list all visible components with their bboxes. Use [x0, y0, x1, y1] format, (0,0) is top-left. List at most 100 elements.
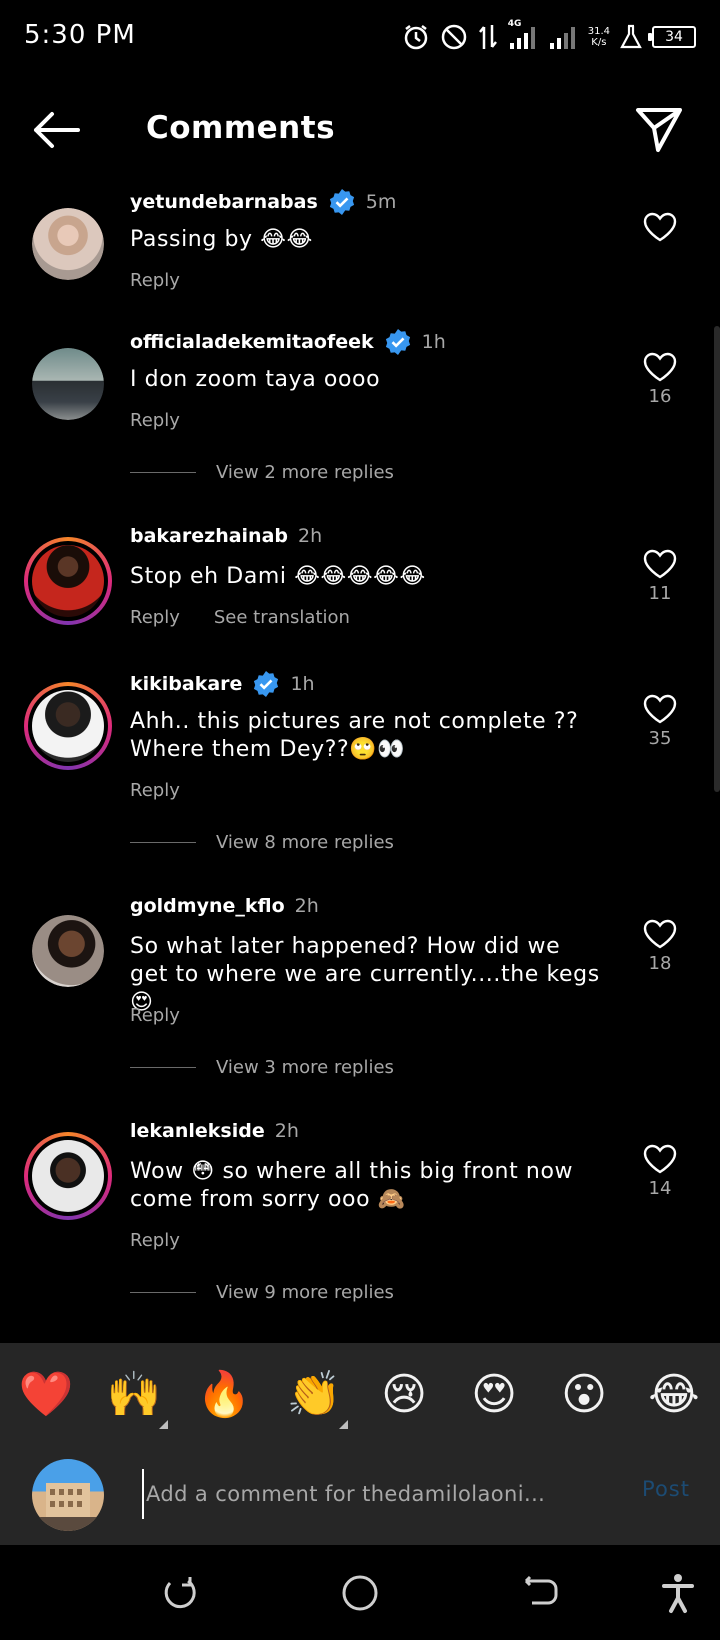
back-nav-button[interactable] — [518, 1571, 562, 1615]
comment-meta: goldmyne_kflo 2h — [130, 895, 319, 917]
view-replies-button[interactable]: View 3 more replies — [130, 1057, 394, 1078]
data-transfer-icon — [478, 25, 497, 49]
comments-list[interactable]: yetundebarnabas 5m Passing by 😂😂 Reply o… — [0, 180, 720, 1342]
emoji-glyph: 🙌 — [106, 1369, 162, 1420]
signal-2-icon — [549, 27, 575, 49]
comment-time: 1h — [290, 673, 315, 695]
like-button[interactable] — [636, 212, 684, 242]
like-button[interactable]: 18 — [636, 919, 684, 974]
username[interactable]: bakarezhainab — [130, 525, 288, 547]
reply-button[interactable]: Reply — [130, 1005, 180, 1026]
reply-button[interactable]: Reply — [130, 780, 180, 801]
replies-divider — [130, 842, 196, 843]
like-button[interactable]: 14 — [636, 1144, 684, 1199]
avatar[interactable] — [32, 915, 104, 987]
like-button[interactable]: 35 — [636, 694, 684, 749]
avatar-story-ring[interactable] — [24, 1132, 112, 1220]
emoji-fire-button[interactable]: 🔥 — [196, 1367, 252, 1423]
verified-badge-icon — [329, 189, 354, 215]
system-nav-bar — [0, 1545, 720, 1640]
comment-text: I don zoom taya oooo — [130, 367, 381, 392]
heart-icon — [643, 694, 677, 724]
emoji-heart-button[interactable]: ❤️ — [18, 1367, 74, 1423]
back-button[interactable] — [30, 108, 82, 152]
see-translation-button[interactable]: See translation — [214, 607, 350, 628]
username[interactable]: officialadekemitaofeek — [130, 331, 374, 353]
arrow-left-icon — [34, 112, 80, 148]
avatar-story-ring[interactable] — [24, 682, 112, 770]
view-replies-button[interactable]: View 2 more replies — [130, 462, 394, 483]
page-title: Comments — [146, 110, 336, 146]
like-count: 35 — [648, 728, 672, 749]
username[interactable]: lekanlekside — [130, 1120, 265, 1142]
avatar-image — [32, 208, 104, 280]
comment-meta: kikibakare 1h — [130, 670, 315, 698]
do-not-disturb-icon — [441, 24, 466, 50]
emoji-heart-eyes-button[interactable]: 😍 — [466, 1367, 522, 1423]
comment-item: lekanlekside 2h Wow 😳 so where all this … — [0, 1120, 720, 1320]
comment-time: 1h — [421, 331, 446, 353]
signal-4g: 4G — [508, 19, 538, 51]
speed-value: 31.4 — [587, 26, 610, 37]
comment-time: 5m — [365, 191, 397, 213]
comment-actions: Reply — [130, 780, 180, 801]
emoji-crying-button[interactable]: 😢 — [376, 1367, 432, 1423]
heart-icon — [643, 352, 677, 382]
avatar-ring-gap — [28, 541, 108, 621]
view-replies-label: View 2 more replies — [216, 462, 394, 483]
recent-apps-button[interactable] — [158, 1571, 202, 1615]
avatar-image — [32, 545, 104, 617]
like-button[interactable]: 11 — [636, 549, 684, 604]
emoji-surprised-button[interactable]: 😮 — [556, 1367, 612, 1423]
back-nav-icon — [524, 1575, 558, 1605]
skin-tone-indicator — [339, 1420, 348, 1429]
skin-tone-indicator — [159, 1420, 168, 1429]
avatar-ring-gap — [28, 1136, 108, 1216]
home-circle-icon — [342, 1575, 378, 1611]
reply-button[interactable]: Reply — [130, 270, 180, 291]
comment-meta: lekanlekside 2h — [130, 1120, 299, 1142]
reply-button[interactable]: Reply — [130, 607, 180, 628]
emoji-clapping-button[interactable]: 👏 — [286, 1367, 348, 1429]
recent-apps-icon — [164, 1577, 196, 1609]
avatar[interactable] — [32, 208, 104, 280]
comment-item: goldmyne_kflo 2h So what later happened?… — [0, 895, 720, 1095]
comment-text: So what later happened? How did we get t… — [130, 934, 600, 1015]
quick-emoji-bar: ❤️ 🙌 🔥 👏 😢 😍 😮 😂 — [0, 1343, 720, 1445]
avatar-ring-gap — [28, 686, 108, 766]
comment-input[interactable] — [142, 1469, 602, 1519]
avatar-story-ring[interactable] — [24, 537, 112, 625]
comment-time: 2h — [274, 1120, 299, 1142]
heart-icon — [643, 212, 677, 242]
reply-button[interactable]: Reply — [130, 1230, 180, 1251]
username[interactable]: kikibakare — [130, 673, 242, 695]
view-replies-button[interactable]: View 8 more replies — [130, 832, 394, 853]
accessibility-button[interactable] — [656, 1571, 700, 1615]
avatar[interactable] — [32, 348, 104, 420]
view-replies-button[interactable]: View 9 more replies — [130, 1282, 394, 1303]
emoji-raising-hands-button[interactable]: 🙌 — [106, 1367, 168, 1429]
status-time: 5:30 PM — [24, 20, 136, 50]
send-icon — [636, 108, 682, 152]
comment-meta: officialadekemitaofeek 1h — [130, 328, 446, 356]
reply-button[interactable]: Reply — [130, 410, 180, 431]
comment-meta: yetundebarnabas 5m — [130, 188, 396, 216]
post-button[interactable]: Post — [642, 1477, 690, 1501]
status-bar: 5:30 PM 4G 31.4 K/s 34 — [0, 0, 720, 76]
network-type: 4G — [507, 19, 522, 29]
username[interactable]: yetundebarnabas — [130, 191, 318, 213]
home-button[interactable] — [338, 1571, 382, 1615]
like-count: 14 — [648, 1178, 672, 1199]
share-button[interactable] — [634, 104, 684, 154]
like-button[interactable]: 16 — [636, 352, 684, 407]
heart-icon — [643, 919, 677, 949]
replies-divider — [130, 472, 196, 473]
battery-icon: 34 — [648, 26, 696, 48]
emoji-laughing-button[interactable]: 😂 — [646, 1367, 702, 1423]
comment-item: yetundebarnabas 5m Passing by 😂😂 Reply — [0, 188, 720, 298]
avatar-image — [32, 690, 104, 762]
username[interactable]: goldmyne_kflo — [130, 895, 285, 917]
comment-actions: Reply — [130, 1005, 180, 1026]
comment-text: Stop eh Dami 😂😂😂😂😂 — [130, 564, 426, 589]
scrollbar[interactable] — [714, 326, 720, 792]
